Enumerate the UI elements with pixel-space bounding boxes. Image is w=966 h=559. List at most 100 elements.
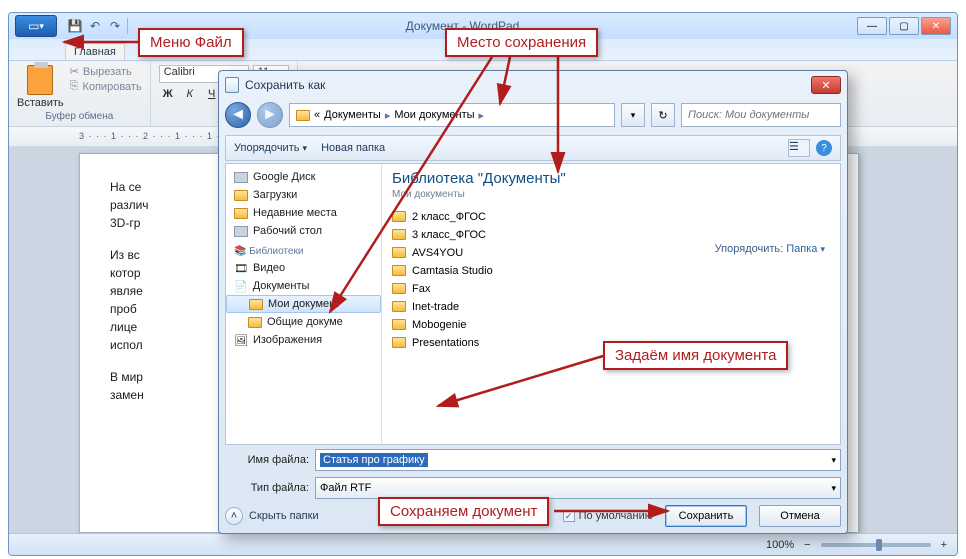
- tree-item[interactable]: Google Диск: [226, 168, 381, 186]
- sort-value[interactable]: Папка ▾: [786, 243, 825, 255]
- dialog-close-button[interactable]: ✕: [811, 76, 841, 94]
- file-list[interactable]: 2 класс_ФГОС 3 класс_ФГОС AVS4YOU Camtas…: [392, 208, 830, 351]
- callout-save-location: Место сохранения: [445, 28, 598, 57]
- folder-icon: [392, 301, 406, 312]
- list-item[interactable]: Mobogenie: [392, 316, 830, 333]
- document-icon: 📄: [234, 280, 248, 293]
- minimize-button[interactable]: —: [857, 17, 887, 35]
- sort-control[interactable]: Упорядочить: Папка ▾: [715, 243, 825, 255]
- organize-button[interactable]: Упорядочить ▾: [234, 142, 307, 154]
- zoom-label: 100%: [766, 539, 794, 551]
- bold-button[interactable]: Ж: [159, 87, 177, 101]
- folder-icon: [234, 190, 248, 201]
- zoom-out-button[interactable]: −: [804, 539, 810, 551]
- zoom-slider[interactable]: [821, 543, 931, 547]
- folder-icon: [392, 283, 406, 294]
- folder-icon: [392, 319, 406, 330]
- filename-input[interactable]: Статья про графику ▾: [315, 449, 841, 471]
- close-button[interactable]: ✕: [921, 17, 951, 35]
- folder-icon: [392, 265, 406, 276]
- chevron-right-icon: ▸: [385, 109, 391, 122]
- refresh-button[interactable]: ↻: [651, 103, 675, 127]
- save-button[interactable]: Сохранить: [665, 505, 747, 527]
- filename-label: Имя файла:: [225, 454, 309, 466]
- status-bar: 100% − +: [9, 533, 957, 555]
- chevron-down-icon: ▾: [39, 21, 44, 32]
- list-item[interactable]: Camtasia Studio: [392, 262, 830, 279]
- tree-item[interactable]: Недавние места: [226, 204, 381, 222]
- save-as-dialog: Сохранить как ✕ ◄ ► « Документы ▸ Мои до…: [218, 70, 848, 534]
- dialog-toolbar: Упорядочить ▾ Новая папка ☰ ?: [225, 135, 841, 161]
- clipboard-icon: [27, 65, 53, 95]
- filetype-value: Файл RTF: [320, 482, 371, 494]
- hide-folders-button[interactable]: ˄ Скрыть папки: [225, 507, 319, 525]
- bc-part-2[interactable]: Мои документы: [394, 109, 474, 121]
- folder-icon: [296, 110, 310, 121]
- list-item[interactable]: Inet-trade: [392, 298, 830, 315]
- paste-button[interactable]: Вставить: [17, 65, 64, 109]
- copy-icon: ⎘: [70, 80, 79, 93]
- file-menu-button[interactable]: ▭▾: [15, 15, 57, 37]
- maximize-button[interactable]: ▢: [889, 17, 919, 35]
- chevron-down-icon: ▾: [820, 244, 825, 254]
- location-title: Библиотека "Документы": [392, 170, 830, 187]
- library-icon: 📚: [234, 246, 246, 257]
- dialog-title: Сохранить как: [245, 78, 325, 92]
- forward-button[interactable]: ►: [257, 102, 283, 128]
- document-icon: [225, 77, 239, 93]
- tab-home[interactable]: Главная: [65, 43, 125, 60]
- search-input[interactable]: [681, 103, 841, 127]
- bc-dropdown-button[interactable]: ▾: [621, 103, 645, 127]
- desktop-icon: [234, 226, 248, 237]
- tree-item[interactable]: Общие докуме: [226, 313, 381, 331]
- back-button[interactable]: ◄: [225, 102, 251, 128]
- tree-item[interactable]: 🎞Видео: [226, 259, 381, 277]
- cancel-button[interactable]: Отмена: [759, 505, 841, 527]
- cut-button[interactable]: ✂Вырезать: [70, 65, 142, 78]
- new-folder-button[interactable]: Новая папка: [321, 142, 385, 154]
- folder-icon: [248, 317, 262, 328]
- chevron-down-icon: ▾: [631, 110, 636, 121]
- default-checkbox[interactable]: ✓ По умолчанию: [563, 510, 653, 522]
- breadcrumb[interactable]: « Документы ▸ Мои документы ▸: [289, 103, 615, 127]
- tree-item[interactable]: Рабочий стол: [226, 222, 381, 240]
- filename-value: Статья про графику: [320, 453, 428, 467]
- save-fields: Имя файла: Статья про графику ▾ Тип файл…: [225, 449, 841, 499]
- nav-tree[interactable]: Google Диск Загрузки Недавние места Рабо…: [226, 164, 382, 444]
- bc-part-0[interactable]: «: [314, 109, 320, 121]
- chevron-down-icon[interactable]: ▾: [831, 455, 836, 466]
- tree-item-selected[interactable]: Мои документ: [226, 295, 381, 313]
- group-label-clipboard: Буфер обмена: [17, 111, 142, 122]
- help-button[interactable]: ?: [816, 140, 832, 156]
- folder-icon: [392, 247, 406, 258]
- image-icon: 🖼: [234, 334, 248, 347]
- list-item[interactable]: 3 класс_ФГОС: [392, 226, 830, 243]
- folder-icon: [234, 208, 248, 219]
- dialog-titlebar: Сохранить как ✕: [219, 71, 847, 99]
- chevron-down-icon: ▾: [303, 143, 308, 153]
- tree-item[interactable]: Загрузки: [226, 186, 381, 204]
- list-item[interactable]: 2 класс_ФГОС: [392, 208, 830, 225]
- zoom-in-button[interactable]: +: [941, 539, 947, 551]
- chevron-up-icon: ˄: [225, 507, 243, 525]
- window-controls: — ▢ ✕: [857, 17, 951, 35]
- folder-icon: [392, 229, 406, 240]
- tree-group-libraries[interactable]: 📚 Библиотеки: [226, 240, 381, 259]
- view-mode-button[interactable]: ☰: [788, 139, 810, 157]
- filetype-select[interactable]: Файл RTF ▾: [315, 477, 841, 499]
- italic-button[interactable]: К: [181, 88, 199, 100]
- bc-part-1[interactable]: Документы: [324, 109, 381, 121]
- copy-button[interactable]: ⎘Копировать: [70, 80, 142, 93]
- page-icon: ▭: [28, 19, 39, 33]
- filetype-label: Тип файла:: [225, 482, 309, 494]
- list-item[interactable]: Fax: [392, 280, 830, 297]
- folder-icon: [249, 299, 263, 310]
- dialog-body: Google Диск Загрузки Недавние места Рабо…: [225, 163, 841, 445]
- folder-icon: [392, 211, 406, 222]
- callout-file-menu: Меню Файл: [138, 28, 244, 57]
- callout-save-doc: Сохраняем документ: [378, 497, 549, 526]
- chevron-down-icon: ▾: [831, 483, 836, 494]
- folder-icon: [392, 337, 406, 348]
- tree-item[interactable]: 🖼Изображения: [226, 331, 381, 349]
- tree-item[interactable]: 📄Документы: [226, 277, 381, 295]
